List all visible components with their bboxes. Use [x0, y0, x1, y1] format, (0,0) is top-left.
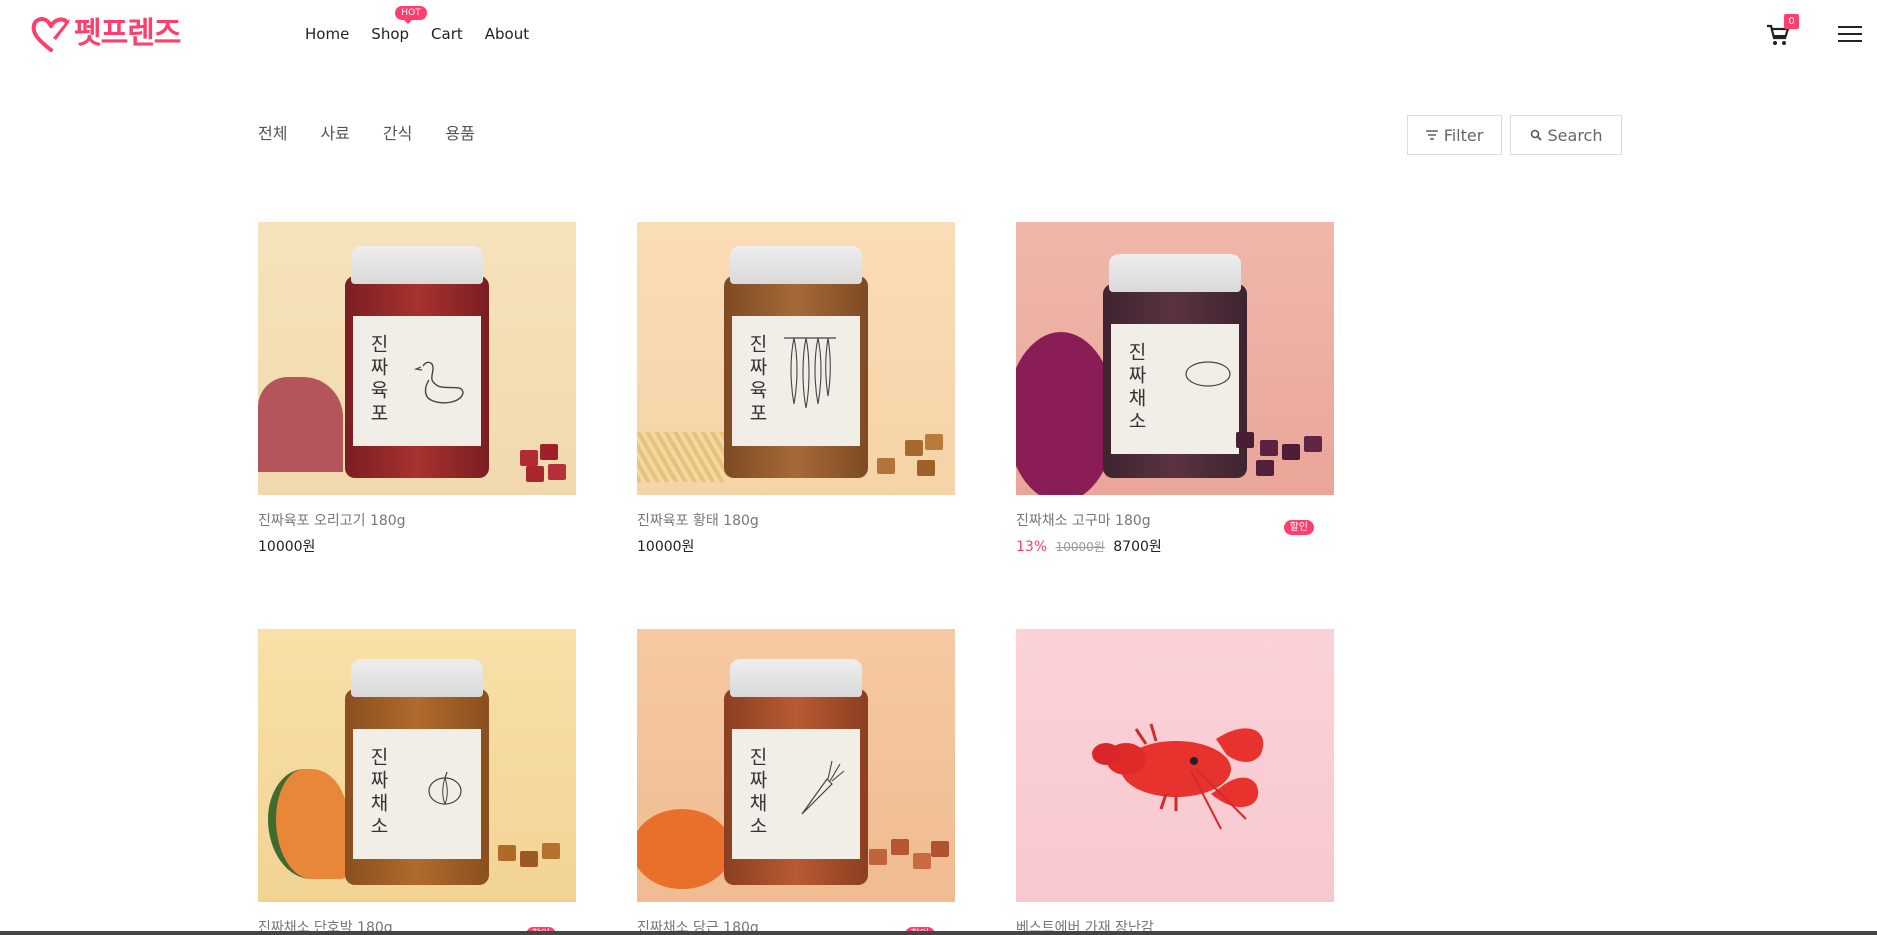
search-button[interactable]: Search [1510, 115, 1622, 155]
carrot-shape [637, 809, 732, 889]
jar-illustration: 진짜육포 [345, 246, 489, 478]
carrot-icon [801, 760, 845, 815]
product-image[interactable]: 진짜채소 [637, 629, 955, 902]
product-image[interactable]: 진짜채소 [258, 629, 576, 902]
category-supplies[interactable]: 용품 [445, 123, 474, 145]
sale-badge: 할인 [1283, 520, 1314, 535]
product-image[interactable]: 진짜육포 [258, 222, 576, 495]
main-nav: Home HOT Shop Cart About [305, 6, 551, 44]
product-image[interactable]: 진짜채소 [1016, 222, 1334, 495]
bottom-border [0, 931, 1877, 935]
jar-illustration: 진짜육포 [724, 246, 868, 478]
category-snack[interactable]: 간식 [383, 123, 412, 145]
product-image[interactable]: 진짜육포 [637, 222, 955, 495]
filter-button[interactable]: Filter [1407, 115, 1502, 155]
product-card[interactable]: 진짜채소 진짜채소 당근 180g 할인 [637, 629, 955, 935]
fish-icon [784, 337, 836, 409]
product-name[interactable]: 진짜육포 황태 180g [637, 511, 955, 531]
product-price: 10000원 [637, 539, 695, 555]
jar-label-title: 진짜채소 [1125, 342, 1147, 434]
discount-percent: 13% [1016, 539, 1048, 555]
nav-cart-label: Cart [431, 25, 463, 43]
product-card[interactable]: 베스트에버 가재 장난감 [1016, 629, 1334, 935]
filter-label: Filter [1443, 125, 1484, 145]
jar-label-title: 진짜육포 [746, 334, 768, 426]
wheat-shape [637, 432, 727, 482]
sweet-potato-shape [1016, 332, 1116, 495]
site-header: 펫프렌즈 Home HOT Shop Cart About 0 [0, 0, 1877, 70]
nav-cart[interactable]: Cart [431, 24, 463, 44]
product-image[interactable] [1016, 629, 1334, 902]
sale-price: 8700원 [1113, 539, 1162, 555]
pumpkin-icon [428, 771, 462, 806]
duck-icon [413, 361, 464, 404]
jar-illustration: 진짜채소 [1103, 254, 1247, 478]
product-price: 13% 10000원 8700원 [1016, 537, 1334, 557]
product-name[interactable]: 진짜육포 오리고기 180g [258, 511, 576, 531]
nav-about[interactable]: About [485, 24, 529, 44]
nav-about-label: About [484, 25, 530, 43]
product-price: 10000원 [258, 539, 316, 555]
product-card[interactable]: 진짜육포 진짜육포 황태 180g 10000원 [637, 222, 955, 557]
hamburger-menu-icon[interactable] [1838, 26, 1862, 44]
hot-badge: HOT [395, 6, 427, 24]
category-food[interactable]: 사료 [320, 123, 349, 145]
heart-logo-icon [31, 17, 70, 52]
original-price: 10000원 [1055, 540, 1105, 554]
product-card[interactable]: 진짜채소 진짜채소 고구마 180g 할인 13% 10000원 8700원 [1016, 222, 1334, 557]
category-all[interactable]: 전체 [258, 123, 287, 145]
nav-home-label: Home [305, 25, 350, 43]
brand-name: 펫프렌즈 [74, 16, 181, 51]
brand-logo[interactable]: 펫프렌즈 [30, 14, 181, 54]
nav-shop-label: Shop [371, 25, 410, 43]
jar-label-title: 진짜채소 [746, 747, 768, 839]
filter-icon [1425, 130, 1438, 140]
nav-shop[interactable]: HOT Shop [371, 6, 427, 44]
pumpkin-shape [268, 769, 348, 879]
search-icon [1530, 129, 1542, 141]
lobster-toy-icon [1092, 723, 1264, 830]
sweet-potato-icon [1185, 361, 1231, 387]
jar-illustration: 진짜채소 [724, 659, 868, 885]
jar-label-title: 진짜채소 [367, 747, 389, 839]
raw-meat-shape [258, 377, 343, 472]
jar-illustration: 진짜채소 [345, 659, 489, 885]
search-label: Search [1547, 125, 1603, 145]
cart-count-badge: 0 [1784, 14, 1799, 29]
product-card[interactable]: 진짜채소 진짜채소 단호박 180g 할인 [258, 629, 576, 935]
product-card[interactable]: 진짜육포 진짜육포 오리고기 180g 10000원 [258, 222, 576, 557]
jar-label-title: 진짜육포 [367, 334, 389, 426]
category-tabs: 전체 사료 간식 용품 [258, 123, 508, 145]
nav-home[interactable]: Home [305, 24, 349, 44]
